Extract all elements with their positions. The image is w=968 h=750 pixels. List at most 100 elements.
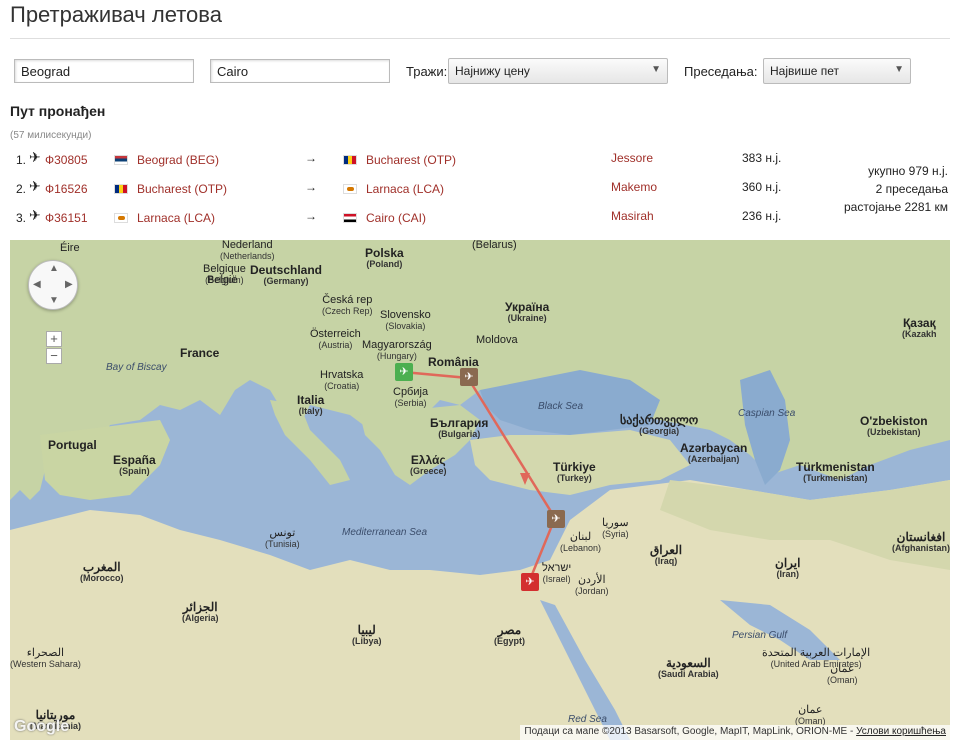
map-label-text: Bay of Biscay bbox=[106, 362, 167, 373]
map-label-subtext: (Iran) bbox=[776, 569, 799, 579]
flight-number-link[interactable]: Ф16526 bbox=[45, 182, 88, 196]
map-label-text: România bbox=[428, 355, 479, 369]
search-criteria-select[interactable]: Најнижу цену ▼ bbox=[448, 58, 668, 84]
zoom-in-button[interactable]: + bbox=[46, 331, 62, 347]
map-label-iran: ایران (Iran) bbox=[775, 557, 800, 580]
map-pan-control[interactable]: ▲ ▼ ◀ ▶ bbox=[28, 260, 78, 310]
leg-number: 1. bbox=[16, 153, 27, 167]
map-label-mediterranean: Mediterranean Sea bbox=[342, 527, 427, 538]
map-label-morocco: المغرب (Morocco) bbox=[80, 561, 124, 584]
destination-airport-link[interactable]: Cairo (CAI) bbox=[366, 211, 426, 225]
destination-input[interactable] bbox=[210, 59, 390, 83]
map-label-text: België bbox=[207, 274, 238, 286]
origin-airport-link[interactable]: Larnaca (LCA) bbox=[137, 211, 215, 225]
map-label-ukraina: Україна (Ukraine) bbox=[505, 300, 550, 324]
map-label-text: عمان bbox=[798, 704, 823, 716]
map-label-text: საქართველო bbox=[620, 413, 699, 427]
stops-select[interactable]: Највише пет ▼ bbox=[763, 58, 911, 84]
origin-airport-link[interactable]: Bucharest (OTP) bbox=[137, 182, 227, 196]
map-label-subtext: (Jordan) bbox=[575, 586, 609, 596]
map-label-osterreich: Österreich (Austria) bbox=[310, 329, 361, 351]
route-found-heading: Пут пронађен bbox=[10, 103, 106, 119]
map-label-israel: ישראל (Israel) bbox=[542, 563, 571, 585]
pan-down-icon[interactable]: ▼ bbox=[49, 295, 59, 306]
map-label-belarus: (Belarus) bbox=[472, 240, 517, 251]
start-marker-icon[interactable]: ✈ bbox=[395, 363, 413, 381]
map-label-portugal: Portugal bbox=[48, 439, 97, 451]
origin-airport-link[interactable]: Beograd (BEG) bbox=[137, 153, 219, 167]
map-label-egypt: مصر (Egypt) bbox=[494, 624, 525, 647]
map-label-belgie: België bbox=[207, 275, 238, 286]
destination-airport-link[interactable]: Bucharest (OTP) bbox=[366, 153, 456, 167]
map-label-text: Black Sea bbox=[538, 401, 584, 412]
map-label-text: Nederland bbox=[221, 240, 273, 251]
map-label-text: Caspian Sea bbox=[738, 408, 796, 419]
leg-arrow: → bbox=[305, 151, 317, 165]
airline-link[interactable]: Masirah bbox=[611, 209, 654, 223]
airline-link[interactable]: Makemo bbox=[611, 180, 657, 194]
map-label-text: عمان bbox=[830, 663, 855, 675]
terms-link[interactable]: Услови коришћења bbox=[856, 726, 946, 737]
map-label-text: لبنان bbox=[569, 531, 592, 543]
map-label-text: България bbox=[430, 416, 489, 430]
map-label-deutschland: Deutschland (Germany) bbox=[250, 264, 322, 287]
origin-input[interactable] bbox=[14, 59, 194, 83]
map-label-subtext: (Israel) bbox=[542, 574, 571, 584]
map-label-hrvatska: Hrvatska (Croatia) bbox=[320, 370, 363, 392]
flight-leg-row: 2. ✈ Ф16526 Bucharest (OTP) → Larnaca (LCA) Ma… bbox=[0, 178, 968, 200]
zoom-out-button[interactable]: − bbox=[46, 348, 62, 364]
map-label-tunisia: تونس (Tunisia) bbox=[265, 528, 300, 550]
flight-number-link[interactable]: Ф30805 bbox=[45, 153, 88, 167]
map-label-caspian: Caspian Sea bbox=[738, 408, 795, 419]
airline-link[interactable]: Jessore bbox=[611, 151, 653, 165]
stops-value: Највише пет bbox=[770, 64, 839, 78]
map-label-italia: Italia (Italy) bbox=[297, 394, 324, 417]
map-label-text: Česká rep bbox=[322, 294, 373, 306]
map-label-text: الأردن bbox=[577, 574, 606, 586]
leg-distance: 383 н.ј. bbox=[742, 151, 782, 165]
map-label-text: الإمارات العربية المتحدة bbox=[762, 647, 871, 659]
stop-marker-icon[interactable]: ✈ bbox=[460, 368, 478, 386]
leg-number: 3. bbox=[16, 211, 27, 225]
map-label-subtext: (Kazakh bbox=[902, 329, 937, 339]
map-label-text: Mediterranean Sea bbox=[342, 527, 428, 538]
map-label-romania: România bbox=[428, 355, 479, 369]
map-label-georgia: საქართველო (Georgia) bbox=[620, 413, 699, 437]
map-label-subtext: (Turkmenistan) bbox=[803, 473, 868, 483]
map-label-saudi: السعودية (Saudi Arabia) bbox=[658, 657, 719, 680]
pan-right-icon[interactable]: ▶ bbox=[65, 279, 73, 290]
flight-number-link[interactable]: Ф36151 bbox=[45, 211, 88, 225]
map-label-subtext: (Azerbaijan) bbox=[687, 454, 740, 464]
map-label-subtext: (Algeria) bbox=[182, 613, 219, 623]
map-label-subtext: (Syria) bbox=[602, 529, 629, 539]
pan-up-icon[interactable]: ▲ bbox=[49, 263, 59, 274]
destination-airport-link[interactable]: Larnaca (LCA) bbox=[366, 182, 444, 196]
map-label-turkmenistan: Türkmenistan (Turkmenistan) bbox=[796, 461, 875, 484]
map-label-text: Polska bbox=[365, 246, 404, 260]
map-label-bulgaria: България (Bulgaria) bbox=[430, 416, 489, 440]
search-criteria-label: Тражи: bbox=[406, 64, 448, 79]
map-label-jordan: الأردن (Jordan) bbox=[575, 575, 609, 597]
map-label-subtext: (Turkey) bbox=[556, 473, 592, 483]
map-label-moldova: Moldova bbox=[476, 335, 518, 346]
route-map[interactable]: ▲ ▼ ◀ ▶ + − ✈ ✈ ✈ ✈ Éire Nederland (Nether… bbox=[10, 240, 950, 740]
map-label-text: Україна bbox=[505, 300, 550, 314]
map-label-text: (Belarus) bbox=[472, 240, 517, 251]
map-label-oman2: عمان (Oman) bbox=[795, 705, 826, 727]
map-label-text: Србија bbox=[393, 386, 429, 398]
map-label-turkiye: Türkiye (Turkey) bbox=[553, 461, 596, 484]
stop-marker-icon[interactable]: ✈ bbox=[547, 510, 565, 528]
pan-left-icon[interactable]: ◀ bbox=[33, 279, 41, 290]
search-timing: (57 милисекунди) bbox=[10, 130, 92, 141]
map-label-text: Қазақ bbox=[902, 316, 936, 330]
map-label-subtext: (Hungary) bbox=[376, 351, 417, 361]
map-label-magyarorszag: Magyarország (Hungary) bbox=[362, 340, 432, 362]
chevron-down-icon: ▼ bbox=[651, 64, 661, 75]
destination-flag-icon bbox=[343, 155, 357, 165]
end-marker-icon[interactable]: ✈ bbox=[521, 573, 539, 591]
map-label-syria: سوريا (Syria) bbox=[602, 518, 629, 540]
map-label-text: تونس bbox=[269, 527, 296, 539]
map-label-kazakh: Қазақ (Kazakh bbox=[902, 316, 937, 340]
map-label-text: Österreich bbox=[310, 328, 361, 340]
map-label-text: Azərbaycan bbox=[680, 441, 748, 455]
